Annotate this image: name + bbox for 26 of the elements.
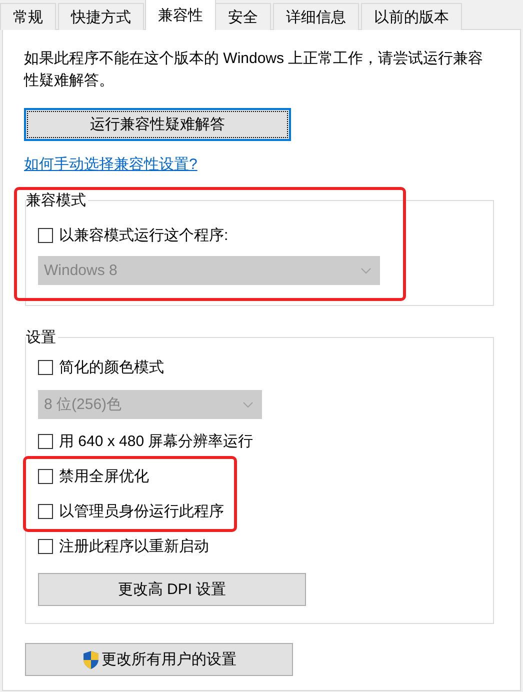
tab[interactable]: 安全 [215,3,271,30]
dpi-settings-button[interactable]: 更改高 DPI 设置 [38,573,306,606]
checkbox[interactable] [38,434,53,449]
checkbox-label[interactable]: 简化的颜色模式 [59,358,164,377]
chevron-down-icon [243,402,253,408]
tab[interactable]: 详细信息 [273,3,359,30]
tab[interactable]: 快捷方式 [58,3,144,30]
checkbox-label[interactable]: 以兼容模式运行这个程序: [59,226,228,245]
tab[interactable]: 常规 [0,3,56,30]
checkbox[interactable] [38,539,53,554]
description-text: 如果此程序不能在这个版本的 Windows 上正常工作，请尝试运行兼容性疑难解答。 [24,49,484,91]
help-link[interactable]: 如何手动选择兼容性设置? [24,156,198,173]
shield-icon [82,650,100,670]
checkbox[interactable] [38,360,53,375]
checkbox[interactable] [38,228,53,243]
all-users-settings-button[interactable]: 更改所有用户的设置 [25,643,293,676]
checkbox[interactable] [38,504,53,519]
tab[interactable]: 以前的版本 [361,3,462,30]
chevron-down-icon [361,268,371,274]
checkbox-label[interactable]: 注册此程序以重新启动 [59,537,209,556]
tab[interactable]: 兼容性 [145,0,216,30]
checkbox-label[interactable]: 用 640 x 480 屏幕分辨率运行 [59,432,254,451]
checkbox-label[interactable]: 以管理员身份运行此程序 [59,502,224,521]
checkbox-label[interactable]: 禁用全屏优化 [59,467,149,486]
checkbox[interactable] [38,469,53,484]
troubleshoot-button[interactable]: 运行兼容性疑难解答 [24,108,291,141]
